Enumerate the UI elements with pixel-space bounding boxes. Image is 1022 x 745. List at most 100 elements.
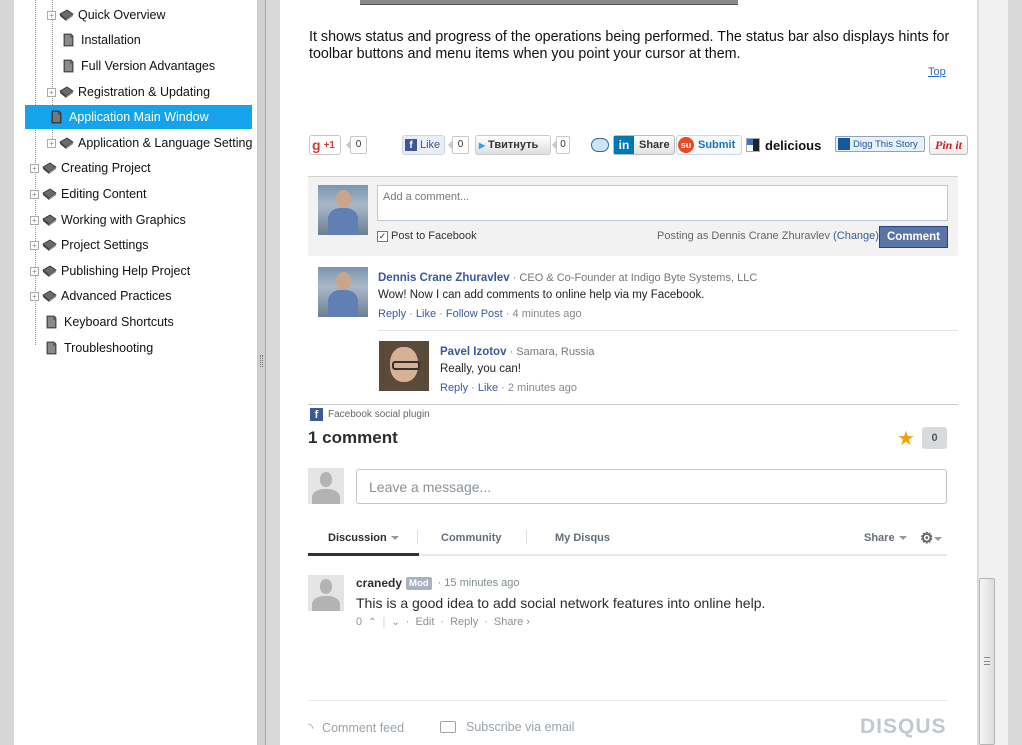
fb-reply-text: Really, you can!: [440, 363, 521, 375]
stumbleupon-icon: su: [678, 137, 694, 153]
disqus-author-name[interactable]: cranedy: [356, 576, 402, 590]
tree-item-application-main-window[interactable]: Application Main Window: [25, 105, 252, 129]
vertical-scrollbar[interactable]: [978, 0, 1008, 745]
delicious-button[interactable]: delicious: [746, 135, 832, 155]
book-icon: [42, 239, 57, 251]
disqus-comment-time[interactable]: · 15 minutes ago: [438, 577, 520, 589]
page-icon: [50, 110, 63, 124]
facebook-f-icon: f: [310, 408, 323, 421]
tab-community[interactable]: Community: [441, 532, 502, 544]
facebook-social-plugin-label[interactable]: f Facebook social plugin: [310, 408, 430, 421]
expand-icon[interactable]: +: [47, 87, 56, 97]
tab-discussion[interactable]: Discussion: [328, 532, 399, 544]
tree-item-advanced-practices[interactable]: + Advanced Practices: [30, 284, 171, 308]
expand-icon[interactable]: +: [30, 163, 39, 173]
digg-icon: [838, 138, 850, 150]
tree-item-application-language-setting[interactable]: + Application & Language Setting: [47, 131, 252, 155]
expand-icon[interactable]: +: [47, 10, 56, 20]
expand-icon[interactable]: +: [47, 138, 56, 148]
tree-item-troubleshooting[interactable]: Troubleshooting: [33, 336, 153, 360]
facebook-like-button[interactable]: f Like: [402, 135, 445, 155]
tree-item-editing-content[interactable]: + Editing Content: [30, 182, 146, 206]
follow-post-link[interactable]: Follow Post: [446, 308, 503, 320]
grip-icon: [984, 657, 990, 665]
like-link[interactable]: Like: [478, 382, 498, 394]
tab-my-disqus[interactable]: My Disqus: [555, 532, 610, 544]
disqus-commenter-avatar[interactable]: [308, 575, 344, 611]
reply-commenter-avatar[interactable]: [379, 341, 429, 391]
disqus-logo[interactable]: DISQUS: [860, 715, 947, 739]
like-link[interactable]: Like: [416, 308, 436, 320]
commenter-avatar[interactable]: [318, 267, 368, 317]
divider: [308, 404, 958, 405]
book-icon: [42, 162, 57, 174]
active-tab-indicator: [308, 553, 419, 556]
subscribe-via-email-link[interactable]: Subscribe via email: [440, 720, 574, 734]
twitter-bird-icon: ▸: [479, 138, 486, 152]
pane-splitter[interactable]: [258, 0, 266, 745]
book-icon: [42, 214, 57, 226]
share-link[interactable]: Share ›: [494, 616, 530, 628]
tree-item-creating-project[interactable]: + Creating Project: [30, 156, 151, 180]
reddit-alien-icon: [591, 138, 609, 152]
reply-commenter-name[interactable]: Pavel Izotov: [440, 346, 506, 358]
tree-item-registration-updating[interactable]: + Registration & Updating: [47, 80, 210, 104]
tree-item-full-version-advantages[interactable]: Full Version Advantages: [50, 54, 215, 78]
expand-icon[interactable]: +: [30, 266, 39, 276]
expand-icon[interactable]: +: [30, 240, 39, 250]
google-plus-button[interactable]: g +1: [309, 135, 341, 155]
settings-gear-icon[interactable]: ⚙: [920, 529, 943, 547]
stumbleupon-submit-button[interactable]: su Submit: [676, 135, 742, 155]
tree-item-quick-overview[interactable]: + Quick Overview: [47, 3, 166, 27]
google-plus-count: 0: [346, 136, 367, 154]
divider: [417, 530, 418, 544]
scrollbar-thumb[interactable]: [979, 578, 995, 745]
pinterest-pin-it-button[interactable]: Pin it: [929, 135, 968, 155]
edit-link[interactable]: Edit: [415, 616, 434, 628]
facebook-comment-input[interactable]: Add a comment...: [377, 185, 948, 221]
downvote-icon[interactable]: ⌄: [391, 617, 399, 628]
reply-link[interactable]: Reply: [450, 616, 478, 628]
tweet-button[interactable]: ▸ Твитнуть: [475, 135, 551, 155]
facebook-like-count: 0: [448, 136, 469, 154]
fb-comment-header: Dennis Crane Zhuravlev · CEO & Co-Founde…: [378, 272, 758, 284]
upvote-icon[interactable]: ⌃: [368, 617, 376, 628]
fb-comment-text: Wow! Now I can add comments to online he…: [378, 289, 705, 301]
comment-feed-link[interactable]: ◝ Comment feed: [308, 720, 404, 736]
linkedin-share-button[interactable]: in Share: [613, 135, 675, 155]
book-icon: [42, 265, 57, 277]
disqus-share-menu[interactable]: Share: [864, 532, 907, 544]
delicious-icon: [746, 138, 760, 152]
disqus-message-input[interactable]: Leave a message...: [356, 469, 947, 504]
screenshot-image-bottom: [360, 0, 738, 5]
tree-item-publishing-help-project[interactable]: + Publishing Help Project: [30, 259, 190, 283]
page-icon: [62, 59, 75, 73]
tree-item-working-with-graphics[interactable]: + Working with Graphics: [30, 208, 186, 232]
current-user-avatar: [318, 185, 368, 235]
disqus-comment-header: cranedy Mod · 15 minutes ago: [356, 576, 520, 590]
commenter-name[interactable]: Dennis Crane Zhuravlev: [378, 272, 510, 284]
tree-item-project-settings[interactable]: + Project Settings: [30, 233, 149, 257]
reply-link[interactable]: Reply: [378, 308, 406, 320]
expand-icon[interactable]: +: [30, 291, 39, 301]
posting-as-label: Posting as Dennis Crane Zhuravlev (Chang…: [657, 230, 879, 242]
facebook-comment-button[interactable]: Comment: [879, 226, 948, 248]
disqus-recommend-count: 0: [922, 427, 947, 449]
star-icon[interactable]: ★: [897, 426, 915, 451]
expand-icon[interactable]: +: [30, 189, 39, 199]
fb-reply-header: Pavel Izotov · Samara, Russia: [440, 346, 595, 358]
digg-this-story-button[interactable]: Digg This Story: [835, 136, 925, 152]
expand-icon[interactable]: +: [30, 215, 39, 225]
book-icon: [59, 9, 74, 21]
tree-item-keyboard-shortcuts[interactable]: Keyboard Shortcuts: [33, 310, 174, 334]
book-icon: [59, 86, 74, 98]
change-account-link[interactable]: (Change): [833, 230, 879, 242]
reddit-button[interactable]: [591, 135, 611, 155]
splitter-grip-icon: [260, 355, 263, 367]
reply-link[interactable]: Reply: [440, 382, 468, 394]
page-icon: [62, 33, 75, 47]
tree-item-installation[interactable]: Installation: [50, 28, 141, 52]
top-link[interactable]: Top: [928, 66, 946, 78]
post-to-facebook-checkbox[interactable]: ✓ Post to Facebook: [377, 230, 477, 242]
facebook-f-icon: f: [405, 139, 417, 151]
